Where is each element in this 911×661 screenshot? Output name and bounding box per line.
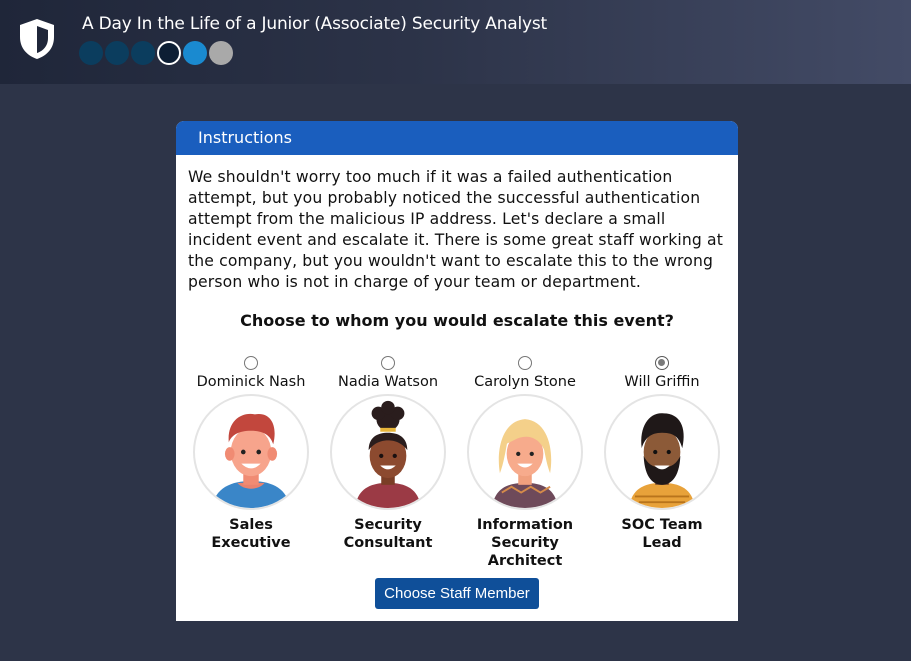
progress-step	[79, 41, 103, 65]
staff-radio[interactable]	[518, 356, 532, 370]
staff-option-will[interactable]: Will Griffin SOC Team Lead	[600, 356, 724, 552]
choose-staff-member-button[interactable]: Choose Staff Member	[375, 578, 539, 609]
staff-radio-selected[interactable]	[655, 356, 669, 370]
top-bar: A Day In the Life of a Junior (Associate…	[0, 0, 911, 84]
staff-name: Will Griffin	[624, 374, 700, 390]
progress-step-current	[157, 41, 181, 65]
card-header: Instructions	[176, 121, 738, 155]
progress-step	[131, 41, 155, 65]
staff-name: Nadia Watson	[337, 374, 439, 390]
staff-option-nadia[interactable]: Nadia Watson Security Consultant	[326, 356, 450, 552]
staff-option-dominick[interactable]: Dominick Nash Sales Executive	[189, 356, 313, 552]
staff-radio[interactable]	[244, 356, 258, 370]
progress-step	[183, 41, 207, 65]
progress-indicator	[79, 41, 233, 65]
staff-role: Security Consultant	[343, 517, 433, 551]
avatar[interactable]	[330, 394, 446, 510]
avatar[interactable]	[467, 394, 583, 510]
instructions-text: We shouldn't worry too much if it was a …	[188, 168, 724, 291]
shield-icon	[20, 19, 54, 59]
staff-name: Dominick Nash	[196, 374, 306, 390]
escalation-question: Choose to whom you would escalate this e…	[240, 311, 674, 330]
avatar[interactable]	[193, 394, 309, 510]
progress-step	[209, 41, 233, 65]
staff-option-carolyn[interactable]: Carolyn Stone Information Security Archi…	[463, 356, 587, 570]
progress-step	[105, 41, 129, 65]
staff-radio[interactable]	[381, 356, 395, 370]
staff-role: Sales Executive	[211, 517, 291, 551]
staff-name: Carolyn Stone	[474, 374, 576, 390]
avatar[interactable]	[604, 394, 720, 510]
staff-role: Information Security Architect	[476, 517, 574, 569]
instructions-card: Instructions We shouldn't worry too much…	[176, 121, 738, 621]
staff-role: SOC Team Lead	[621, 517, 703, 551]
app-title: A Day In the Life of a Junior (Associate…	[82, 14, 547, 34]
